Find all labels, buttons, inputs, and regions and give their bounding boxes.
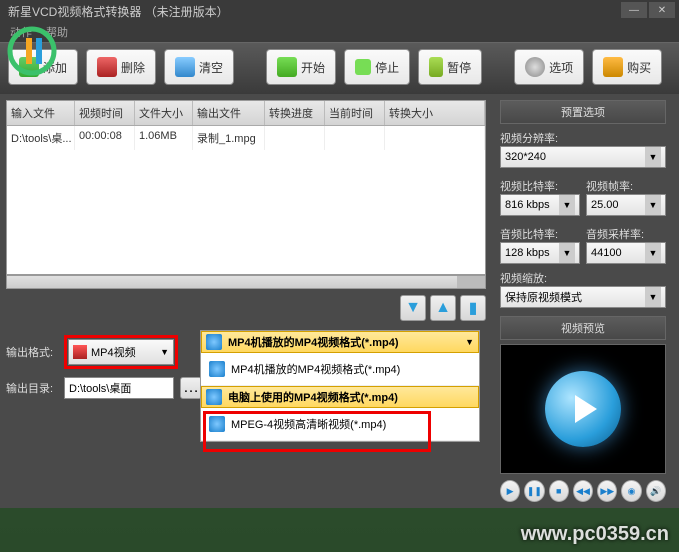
- samplerate-select[interactable]: 44100▼: [586, 242, 666, 264]
- window-title: 新星VCD视频格式转换器 （未注册版本）: [8, 3, 229, 20]
- output-dir-input[interactable]: [64, 377, 174, 399]
- resolution-label: 视频分辨率:: [500, 130, 666, 146]
- minimize-button[interactable]: —: [621, 2, 647, 18]
- output-format-label: 输出格式:: [6, 344, 58, 360]
- player-stop-button[interactable]: ■: [549, 480, 569, 502]
- preset-panel-title: 预置选项: [500, 100, 666, 124]
- player-play-button[interactable]: ▶: [500, 480, 520, 502]
- format-icon: [206, 389, 222, 405]
- video-bitrate-label: 视频比特率:: [500, 178, 580, 194]
- stop-button[interactable]: 停止: [344, 49, 410, 85]
- resolution-select[interactable]: 320*240▼: [500, 146, 666, 168]
- browse-button[interactable]: …: [180, 377, 202, 399]
- col-input[interactable]: 输入文件: [7, 101, 75, 125]
- samplerate-label: 音频采样率:: [586, 226, 666, 242]
- col-outsize[interactable]: 转换大小: [385, 101, 485, 125]
- col-output[interactable]: 输出文件: [193, 101, 265, 125]
- dropdown-item[interactable]: MP4机播放的MP4视频格式(*.mp4): [201, 353, 479, 386]
- zoom-select[interactable]: 保持原视频模式▼: [500, 286, 666, 308]
- video-preview[interactable]: [500, 344, 666, 474]
- chevron-down-icon: ▼: [645, 243, 661, 263]
- app-logo: [6, 26, 76, 76]
- delete-button[interactable]: 删除: [86, 49, 156, 85]
- player-volume-button[interactable]: 🔊: [646, 480, 666, 502]
- dropdown-item[interactable]: MPEG-4视频高清晰视频(*.mp4): [201, 408, 479, 441]
- preview-panel-title: 视频预览: [500, 316, 666, 340]
- video-bitrate-select[interactable]: 816 kbps▼: [500, 194, 580, 216]
- toolbar: 添加 删除 清空 开始 停止 暂停 选项 购买: [0, 42, 679, 94]
- move-up-button[interactable]: ▲: [430, 295, 456, 321]
- start-button[interactable]: 开始: [266, 49, 336, 85]
- player-prev-button[interactable]: ◀◀: [573, 480, 593, 502]
- audio-bitrate-select[interactable]: 128 kbps▼: [500, 242, 580, 264]
- chevron-down-icon: ▼: [559, 195, 575, 215]
- play-icon: [545, 371, 621, 447]
- zoom-label: 视频缩放:: [500, 270, 666, 286]
- clear-button[interactable]: 清空: [164, 49, 234, 85]
- player-next-button[interactable]: ▶▶: [597, 480, 617, 502]
- table-row[interactable]: D:\tools\桌... 00:00:08 1.06MB 录制_1.mpg: [7, 126, 485, 150]
- menubar: 动作 帮助: [0, 22, 679, 42]
- arrow-up-icon: ▲: [435, 299, 451, 317]
- options-button[interactable]: 选项: [514, 49, 584, 85]
- chevron-down-icon: ▼: [645, 287, 661, 307]
- remove-button[interactable]: ▮: [460, 295, 486, 321]
- col-time[interactable]: 当前时间: [325, 101, 385, 125]
- col-duration[interactable]: 视频时间: [75, 101, 135, 125]
- close-button[interactable]: ✕: [649, 2, 675, 18]
- dropdown-item[interactable]: 电脑上使用的MP4视频格式(*.mp4): [201, 386, 479, 408]
- output-format-combo[interactable]: MP4视频 ▼: [68, 339, 174, 365]
- browse-icon: …: [183, 379, 199, 397]
- titlebar: 新星VCD视频格式转换器 （未注册版本） — ✕: [0, 0, 679, 22]
- move-down-button[interactable]: ▼: [400, 295, 426, 321]
- file-grid: 输入文件 视频时间 文件大小 输出文件 转换进度 当前时间 转换大小 D:\to…: [6, 100, 486, 275]
- pause-button[interactable]: 暂停: [418, 49, 482, 85]
- col-progress[interactable]: 转换进度: [265, 101, 325, 125]
- col-size[interactable]: 文件大小: [135, 101, 193, 125]
- format-icon: [209, 361, 225, 377]
- chevron-down-icon: ▼: [160, 347, 169, 357]
- arrow-down-icon: ▼: [405, 299, 421, 317]
- audio-bitrate-label: 音频比特率:: [500, 226, 580, 242]
- format-dropdown: MP4机播放的MP4视频格式(*.mp4) ▼ MP4机播放的MP4视频格式(*…: [200, 330, 480, 442]
- chevron-down-icon: ▼: [465, 337, 474, 347]
- player-pause-button[interactable]: ❚❚: [524, 480, 544, 502]
- buy-button[interactable]: 购买: [592, 49, 662, 85]
- film-icon: [73, 345, 87, 359]
- output-dir-label: 输出目录:: [6, 380, 58, 396]
- fps-select[interactable]: 25.00▼: [586, 194, 666, 216]
- format-icon: [206, 334, 222, 350]
- remove-icon: ▮: [469, 298, 478, 318]
- chevron-down-icon: ▼: [645, 195, 661, 215]
- format-icon: [209, 416, 225, 432]
- watermark: www.pc0359.cn: [521, 523, 669, 546]
- player-snapshot-button[interactable]: ◉: [621, 480, 641, 502]
- horizontal-scrollbar[interactable]: [6, 275, 486, 289]
- chevron-down-icon: ▼: [559, 243, 575, 263]
- dropdown-header[interactable]: MP4机播放的MP4视频格式(*.mp4) ▼: [201, 331, 479, 353]
- chevron-down-icon: ▼: [645, 147, 661, 167]
- fps-label: 视频帧率:: [586, 178, 666, 194]
